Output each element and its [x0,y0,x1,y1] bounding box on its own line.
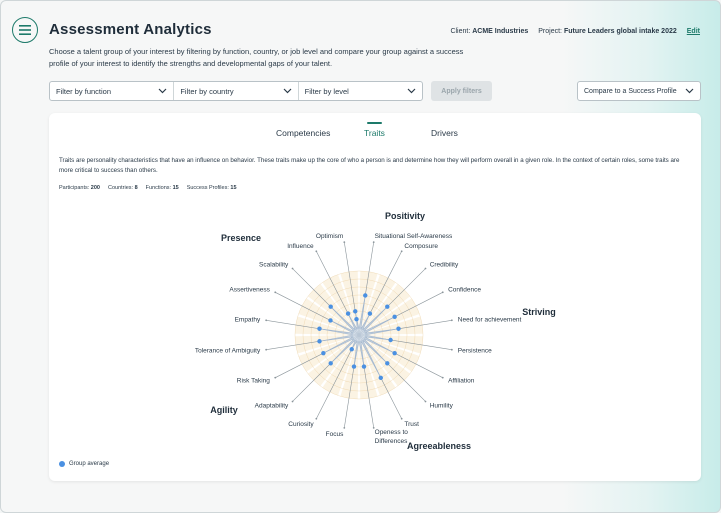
filter-country-select[interactable]: Filter by country [174,82,299,100]
radar-spoke-end [274,291,277,294]
hamburger-icon [19,25,31,35]
data-point [328,361,333,366]
radar-spoke-end [441,376,444,379]
radar-spoke-end [343,426,346,429]
trait-label: Assertiveness [229,287,270,294]
data-point [396,326,401,331]
trait-label: Tolerance of Ambiguity [195,348,261,355]
radar-spoke-end [265,348,268,351]
header-meta: Client: ACME Industries Project: Future … [450,28,700,35]
page-description: Choose a talent group of your interest b… [49,47,464,68]
data-point [317,326,322,331]
trait-label: Openess to Differences [375,429,409,445]
data-point [317,339,322,344]
trait-label: Affiliation [448,377,475,384]
page-title: Assessment Analytics [49,21,212,38]
trait-label: Confidence [448,287,481,294]
data-point [345,311,351,316]
radar-spoke-end [441,291,444,294]
radar-spoke-end [265,319,268,322]
data-point [392,350,397,356]
trait-label: Optimism [316,233,343,240]
filter-bar: Filter by function Filter by country Fil… [49,81,423,101]
traits-radar-chart: Optimism Situational Self-Awareness Compos… [195,211,556,451]
radar-spoke-end [424,267,427,270]
traits-card: Competencies Traits Drivers Traits are p… [49,113,701,481]
chevron-down-icon [158,88,167,94]
trait-label: Scalability [259,261,289,268]
category-label: Presence [221,233,261,243]
page: Assessment Analytics Client: ACME Indust… [0,0,721,513]
chart-legend: Group average [59,461,109,467]
data-point [353,309,358,314]
trait-label: Persistence [458,348,492,355]
compare-success-profile-select[interactable]: Compare to a Success Profile [577,81,701,101]
data-point [328,318,333,323]
radar-spoke-end [450,319,453,322]
trait-label: Adaptability [255,403,289,410]
trait-label: Situational Self-Awareness [375,233,453,240]
data-point [378,375,383,380]
radar-spoke-end [315,250,318,253]
radar-spoke-end [274,376,277,379]
trait-label: Trust [404,421,419,428]
radar-spoke-end [372,241,375,244]
edit-link[interactable]: Edit [687,28,700,35]
project-info: Project: Future Leaders global intake 20… [538,28,677,35]
legend-dot-icon [59,461,65,467]
trait-label: Influence [287,243,314,250]
apply-filters-button[interactable]: Apply filters [431,81,492,101]
data-point [354,316,359,322]
data-point [363,293,368,298]
trait-label: Humility [430,403,454,410]
data-point [392,314,397,320]
data-point [385,361,390,366]
client-info: Client: ACME Industries [450,28,529,35]
trait-label: Risk Taking [237,377,271,384]
data-point [385,304,390,309]
category-label: Striving [522,307,556,317]
menu-button[interactable] [12,17,38,43]
radar-spoke-end [424,400,427,403]
project-name: Future Leaders global intake 2022 [563,28,677,35]
radar-spoke-end [291,267,294,270]
client-name: ACME Industries [472,28,529,35]
radar-spoke-end [291,400,294,403]
trait-label: Curiosity [288,421,314,428]
trait-label: Credibility [430,261,459,268]
trait-label: Focus [326,431,344,438]
filter-function-select[interactable]: Filter by function [50,82,175,100]
legend-label: Group average [69,461,110,467]
filter-level-select[interactable]: Filter by level [299,82,422,100]
radar-spoke-end [400,417,403,420]
chevron-down-icon [685,88,694,94]
radar-spoke-end [315,417,318,420]
data-point [388,337,393,343]
data-point [321,350,326,356]
trait-label: Empathy [235,316,261,323]
data-point [351,364,357,369]
category-label: Positivity [385,211,425,221]
data-point [367,311,373,316]
category-label: Agility [210,405,238,415]
radar-spoke-end [343,241,346,244]
category-label: Agreeableness [407,441,471,451]
chevron-down-icon [407,88,416,94]
radar-spoke-end [450,348,453,351]
data-point [349,347,354,352]
chevron-down-icon [283,88,292,94]
radar-spoke-end [400,250,403,253]
data-point [328,304,333,309]
data-point [361,364,367,369]
trait-label: Need for achievement [458,316,522,323]
trait-label: Composure [404,243,438,250]
